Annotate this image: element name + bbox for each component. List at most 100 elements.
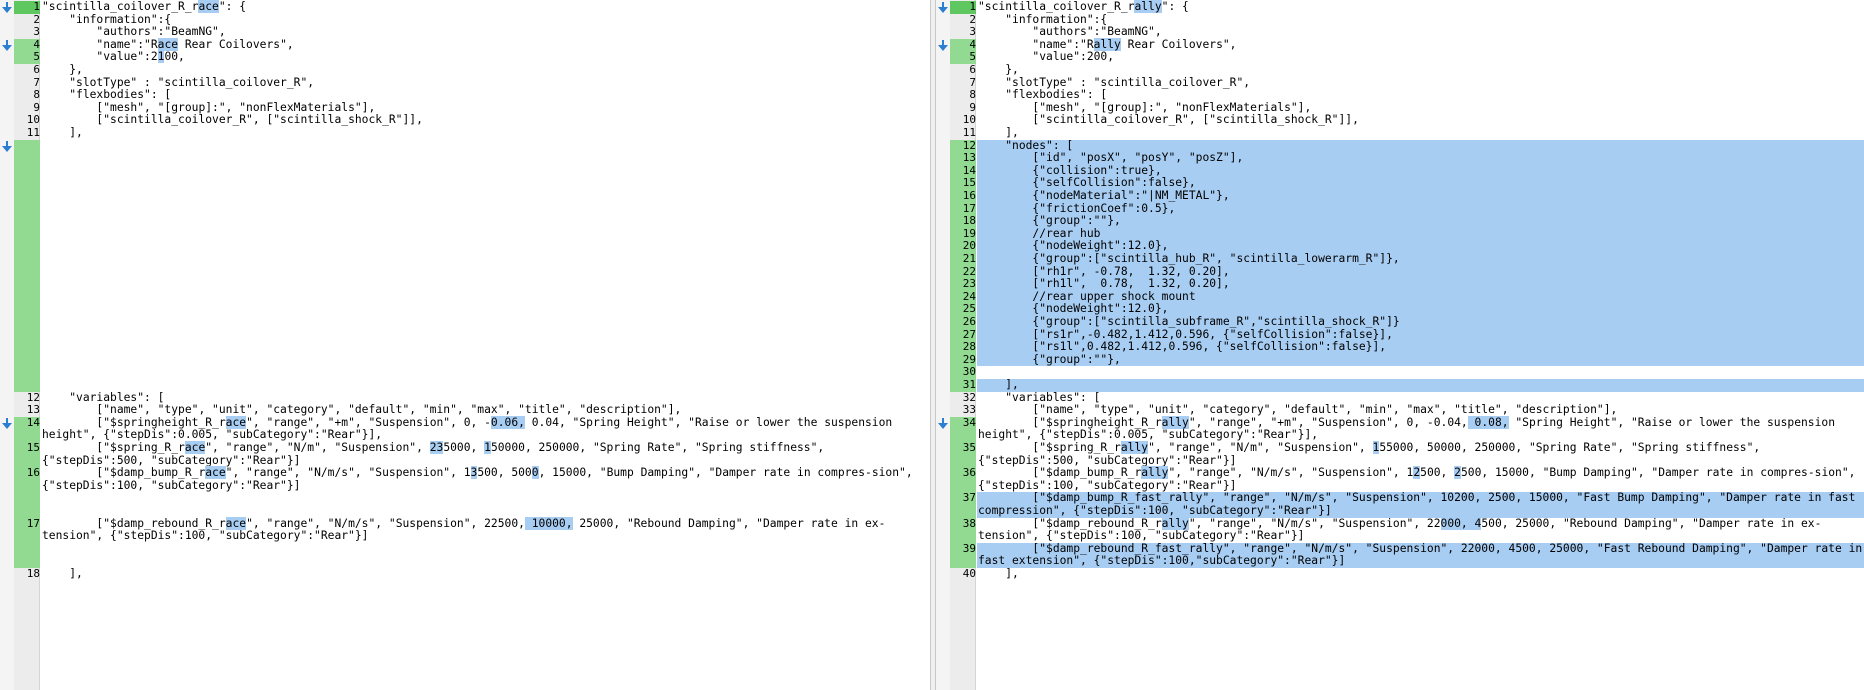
code-segment: ", "range", "+m", "Suspension", 0, -0.04… [1188, 415, 1468, 429]
line-number-cell: 17 [14, 517, 40, 543]
line-number: 18 [26, 567, 40, 580]
line-number-cell: 33 [950, 404, 976, 417]
line-number-cell: 38 [950, 517, 976, 543]
code-text: ["$spring_R_rally", "range", "N/m", "Sus… [977, 441, 1864, 467]
right-code-line[interactable]: 40 ], [936, 567, 1864, 581]
right-code-line[interactable]: 35 ["$spring_R_rally", "range", "N/m", "… [936, 441, 1864, 468]
line-number-cell: 15 [14, 441, 40, 468]
diff-change-highlight: {"group":["scintilla_subframe_R","scinti… [978, 315, 1400, 328]
left-code-line[interactable]: 18 ], [0, 567, 930, 581]
code-text: ["$damp_rebound_R_race", "range", "N/m/s… [41, 516, 930, 543]
left-diff-pane[interactable]: 1 "scintilla_coilover_R_race": {2 "inform… [0, 0, 930, 690]
code-segment: ", "range", "N/m/s", "Suspension", 22 [1188, 516, 1441, 530]
line-number: 26 [962, 315, 976, 328]
code-segment: ], [42, 567, 83, 580]
diff-change-highlight: "nodes": [ [978, 138, 1074, 152]
line-number-cell: 11 [950, 126, 976, 140]
left-code-line[interactable]: 10 ["scintilla_coilover_R", ["scintilla_… [0, 114, 930, 127]
diff-change-highlight: ally [1093, 37, 1121, 51]
code-segment: }, [42, 63, 83, 76]
code-segment: ", "range", "N/m/s", "Suspension", 22500… [246, 516, 525, 530]
line-number: 16 [26, 466, 40, 480]
diff-change-highlight: 1 [484, 441, 491, 454]
code-text: "slotType" : "scintilla_coilover_R", [41, 76, 930, 90]
right-code-line[interactable]: 5 "value":200, [936, 51, 1864, 64]
left-code-line[interactable]: 17 ["$damp_rebound_R_race", "range", "N/… [0, 516, 930, 543]
next-diff-arrow-icon[interactable] [937, 2, 949, 14]
code-segment: ", "range", "N/m", "Suspension", [1148, 441, 1373, 454]
line-number-cell: 13 [950, 152, 976, 165]
code-segment: ", "range", "N/m/s", "Suspension", 1 [1168, 466, 1414, 480]
code-segment: ["mesh", "[group]:", "nonFlexMaterials"]… [978, 100, 1312, 114]
code-text: "value":200, [977, 51, 1864, 64]
diff-change-highlight: ["rh1l", 0.78, 1.32, 0.20], [978, 277, 1230, 291]
line-number-cell: 14 [14, 416, 40, 442]
next-diff-arrow-icon[interactable] [937, 417, 949, 430]
code-segment: "variables": [ [978, 390, 1101, 404]
line-number: 34 [962, 415, 976, 429]
code-segment: }, [978, 63, 1019, 76]
code-segment: "authors":"BeamNG", [978, 25, 1162, 39]
code-segment: ", "range", "N/m/s", "Suspension", 1 [225, 466, 471, 480]
code-segment: 500, [1420, 466, 1455, 480]
line-number: 28 [962, 340, 976, 354]
line-number: 18 [962, 214, 976, 228]
next-diff-arrow-icon[interactable] [1, 2, 13, 14]
code-segment: ": { [1161, 0, 1189, 13]
left-filler-gutter [14, 492, 40, 518]
right-code-line[interactable]: 39 ["$damp_rebound_R_fast_rally", "range… [936, 541, 1864, 568]
diff-change-highlight: ally [1161, 415, 1189, 429]
right-code-line[interactable]: 11 ], [936, 126, 1864, 140]
line-number-cell: 16 [950, 189, 976, 203]
diff-change-highlight: 0 [531, 466, 539, 480]
diff-change-highlight: ], [978, 378, 1019, 391]
line-number: 15 [26, 441, 40, 454]
left-code-line[interactable]: 16 ["$damp_bump_R_race", "range", "N/m/s… [0, 466, 930, 493]
code-segment: ": { [218, 0, 247, 13]
diff-change-highlight: ace [205, 466, 226, 480]
line-number-cell: 8 [950, 89, 976, 102]
code-segment: "scintilla_coilover_R_r [42, 0, 199, 13]
code-text: {"group":""}, [977, 214, 1864, 228]
line-number-cell: 21 [950, 252, 976, 266]
next-diff-arrow-icon[interactable] [1, 417, 13, 430]
code-segment: "variables": [ [42, 390, 165, 404]
code-segment: ["scintilla_coilover_R", ["scintilla_sho… [978, 113, 1359, 127]
line-number-cell: 13 [14, 404, 40, 417]
right-code-line[interactable]: 34 ["$springheight_R_rally", "range", "+… [936, 415, 1864, 442]
line-number: 16 [962, 189, 976, 202]
code-segment: ], [978, 567, 1019, 580]
right-code-line[interactable]: 37 ["$damp_bump_R_fast_rally", "range", … [936, 492, 1864, 518]
diff-change-highlight: ["rs1r",-0.482,1.412,0.596, {"selfCollis… [978, 327, 1393, 341]
code-text: "scintilla_coilover_R_rally": { [977, 0, 1864, 14]
line-number: 36 [962, 466, 976, 480]
diff-change-highlight: ["rs1l",0.482,1.412,0.596, {"selfCollisi… [978, 340, 1387, 354]
next-diff-arrow-icon[interactable] [1, 39, 13, 52]
line-number: 39 [962, 541, 976, 555]
diff-change-highlight: ace [225, 516, 247, 530]
right-code-line[interactable]: 30 [936, 366, 1864, 379]
code-segment: ["$damp_bump_R_r [42, 466, 206, 480]
right-code-line[interactable]: 38 ["$damp_rebound_R_rally", "range", "N… [936, 516, 1864, 543]
diff-change-highlight: {"group":""}, [978, 352, 1121, 366]
left-code-line[interactable]: 15 ["$spring_R_race", "range", "N/m", "S… [0, 441, 930, 468]
next-diff-arrow-icon[interactable] [1, 140, 13, 153]
right-code-line[interactable]: 36 ["$damp_bump_R_rally", "range", "N/m/… [936, 466, 1864, 493]
left-code-line[interactable]: 14 ["$springheight_R_race", "range", "+m… [0, 415, 930, 442]
right-code-line[interactable]: 10 ["scintilla_coilover_R", ["scintilla_… [936, 114, 1864, 127]
left-code-line[interactable]: 11 ], [0, 126, 930, 140]
code-text: ["$springheight_R_rally", "range", "+m",… [977, 415, 1864, 442]
code-segment: Rear Coilovers", [178, 37, 294, 51]
right-code-line[interactable]: 29 {"group":""}, [936, 352, 1864, 367]
code-segment: ["$damp_rebound_R_r [42, 516, 226, 530]
right-diff-pane[interactable]: 1 "scintilla_coilover_R_rally": {2 "infor… [936, 0, 1864, 690]
line-number-cell: 3 [14, 26, 40, 39]
line-number: 3 [33, 25, 40, 39]
line-number-cell: 36 [950, 466, 976, 493]
next-diff-arrow-icon[interactable] [937, 39, 949, 52]
code-text: "slotType" : "scintilla_coilover_R", [977, 76, 1864, 90]
left-code-line[interactable]: 5 "value":2100, [0, 50, 930, 64]
code-segment: ["$damp_bump_R_r [978, 466, 1142, 480]
diff-change-highlight: ace [157, 37, 179, 51]
code-segment: ["name", "type", "unit", "category", "de… [42, 403, 682, 417]
